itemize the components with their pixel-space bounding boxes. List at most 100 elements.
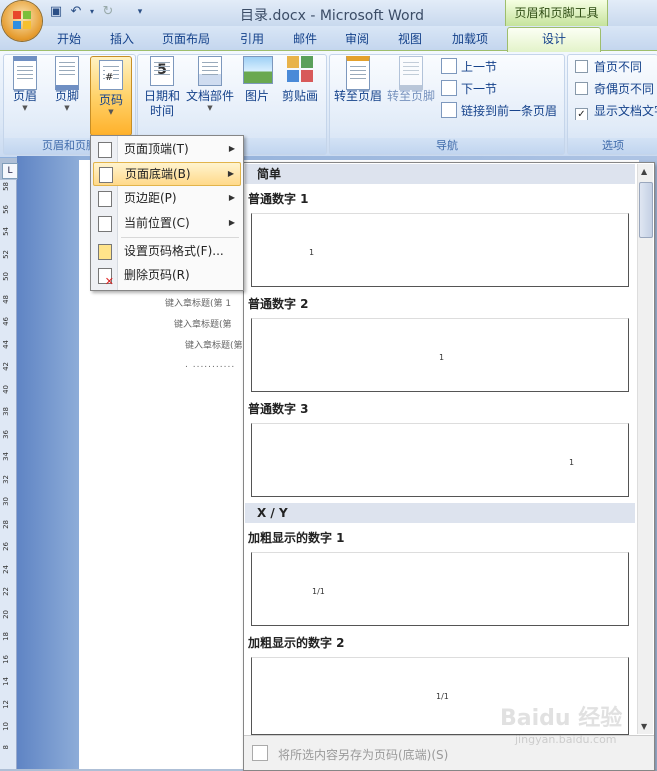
save-selection-icon [252, 745, 268, 761]
ruler-number: 44 [2, 339, 10, 349]
clip-art-button[interactable]: 剪贴画 [278, 56, 322, 104]
footer-button[interactable]: 页脚 ▼ [48, 56, 86, 113]
next-section-button[interactable]: 下一节 [441, 80, 497, 98]
link-to-previous-button[interactable]: 链接到前一条页眉 [441, 102, 557, 120]
scroll-up-icon[interactable]: ▲ [641, 167, 647, 176]
ruler-number: 40 [2, 384, 10, 394]
page-number-gallery: 简单 普通数字 1 1 普通数字 2 1 普通数字 3 1 X / Y 加粗显示… [243, 162, 655, 771]
bottom-of-page-icon [99, 167, 113, 183]
date-time-label-1: 日期和 [143, 89, 180, 103]
ruler-number: 52 [2, 249, 10, 259]
ruler-number: 26 [2, 542, 10, 551]
menu-item-bottom-of-page[interactable]: 页面底端(B) ▶ [93, 162, 241, 186]
remove-page-numbers-icon: ✕ [98, 268, 114, 287]
ruler-number: 18 [2, 632, 10, 641]
ruler-number: 36 [2, 429, 10, 439]
page-number-button-label: 页码 [98, 93, 123, 107]
gallery-item-plain-number-3[interactable]: 1 [251, 423, 629, 497]
gallery-item-title: 加粗显示的数字 2 [248, 636, 345, 650]
menu-item-label: 页边距(P) [124, 191, 177, 205]
ruler-number: 42 [2, 362, 10, 371]
ruler-number: 34 [2, 452, 10, 461]
gallery-item-title: 普通数字 3 [248, 402, 309, 416]
scrollbar-thumb[interactable] [639, 182, 653, 238]
gallery-item-plain-number-2[interactable]: 1 [251, 318, 629, 392]
tab-view[interactable]: 视图 [398, 30, 422, 47]
contextual-title: 页眉和页脚工具 [514, 6, 599, 20]
goto-header-button[interactable]: 转至页眉 [332, 56, 384, 104]
ruler-number: 24 [2, 564, 10, 574]
dropdown-arrow-icon: ▼ [22, 104, 28, 112]
ruler-number: 30 [2, 497, 10, 506]
ruler-number: 56 [2, 204, 10, 214]
gallery-item-plain-number-1[interactable]: 1 [251, 213, 629, 287]
gallery-item-title: 加粗显示的数字 1 [248, 531, 345, 545]
tab-design[interactable]: 设计 [507, 27, 601, 52]
gallery-item-title: 普通数字 1 [248, 192, 309, 206]
ruler-number: 10 [2, 722, 10, 731]
menu-item-page-margins[interactable]: 页边距(P) ▶ [93, 187, 241, 209]
show-document-text-label: 显示文档文字 [594, 104, 657, 118]
dropdown-arrow-icon: ▼ [64, 104, 70, 112]
submenu-arrow-icon: ▶ [228, 193, 235, 202]
ruler-number: 12 [2, 699, 10, 709]
next-section-label: 下一节 [461, 82, 498, 96]
menu-item-top-of-page[interactable]: 页面顶端(T) ▶ [93, 138, 241, 160]
ruler-number: 50 [2, 272, 10, 281]
menu-item-remove-page-numbers[interactable]: ✕ 删除页码(R) [93, 264, 241, 287]
checkbox-box [575, 82, 588, 95]
different-first-page-checkbox[interactable]: 首页不同 [575, 58, 642, 76]
previous-section-button[interactable]: 上一节 [441, 58, 497, 76]
contextual-tab-group: 页眉和页脚工具 [505, 0, 608, 26]
next-section-icon [441, 80, 457, 96]
page-number-preview: 1 [569, 458, 575, 467]
tab-references[interactable]: 引用 [240, 30, 264, 47]
save-selection-button[interactable]: 将所选内容另存为页码(底端)(S) [278, 746, 448, 763]
tab-mailings[interactable]: 邮件 [293, 30, 317, 47]
goto-footer-icon [397, 56, 425, 90]
customize-qat-icon[interactable]: ▾ [132, 4, 148, 20]
menu-item-label: 当前位置(C) [124, 216, 190, 230]
quick-parts-icon [196, 56, 224, 86]
goto-footer-label: 转至页脚 [386, 89, 435, 103]
tab-insert[interactable]: 插入 [110, 30, 134, 47]
undo-dropdown-icon[interactable]: ▾ [84, 4, 100, 20]
toc-line: 键入章标题(第 [174, 320, 232, 330]
submenu-arrow-icon: ▶ [228, 144, 235, 153]
clip-art-icon [286, 56, 314, 86]
show-document-text-checkbox[interactable]: ✓ 显示文档文字 [575, 102, 657, 120]
save-icon[interactable]: ▣ [48, 4, 64, 20]
tab-addins[interactable]: 加载项 [452, 30, 488, 47]
ruler-number: 46 [2, 317, 10, 326]
page-number-preview: 1 [439, 353, 445, 362]
menu-item-label: 页面底端(B) [125, 167, 191, 181]
page-number-button[interactable]: # 页码 ▼ [90, 56, 132, 136]
gallery-scrollbar[interactable]: ▲ ▼ [637, 164, 653, 734]
gallery-item-bold-number-1[interactable]: 1/1 [251, 552, 629, 626]
scroll-down-icon[interactable]: ▼ [641, 722, 647, 731]
header-button[interactable]: 页眉 ▼ [6, 56, 44, 113]
quick-parts-button[interactable]: 文档部件 ▼ [184, 56, 236, 113]
tab-home[interactable]: 开始 [57, 30, 81, 47]
different-odd-even-checkbox[interactable]: 奇偶页不同 [575, 80, 654, 98]
submenu-arrow-icon: ▶ [228, 218, 235, 227]
picture-button[interactable]: 图片 [240, 56, 274, 104]
header-button-label: 页眉 [12, 89, 37, 103]
goto-footer-button[interactable]: 转至页脚 [386, 56, 436, 104]
tab-review[interactable]: 审阅 [345, 30, 369, 47]
calendar-clock-icon: 5 [148, 56, 176, 86]
group-label-navigation: 导航 [330, 138, 564, 154]
undo-icon[interactable]: ↶ [68, 4, 84, 20]
office-button[interactable] [2, 1, 42, 41]
date-time-button[interactable]: 5 日期和 时间 [142, 56, 182, 119]
ruler-number: 22 [2, 587, 10, 596]
dropdown-arrow-icon: ▼ [207, 104, 213, 112]
office-logo-icon [13, 11, 31, 29]
redo-icon[interactable]: ↻ [100, 4, 116, 20]
menu-item-format-page-numbers[interactable]: 设置页码格式(F)... [93, 240, 241, 262]
tab-selector[interactable]: L [2, 163, 18, 179]
tab-page-layout[interactable]: 页面布局 [162, 30, 210, 47]
menu-item-current-position[interactable]: 当前位置(C) ▶ [93, 212, 241, 234]
page-number-icon: # [97, 60, 125, 90]
picture-icon [243, 56, 273, 86]
